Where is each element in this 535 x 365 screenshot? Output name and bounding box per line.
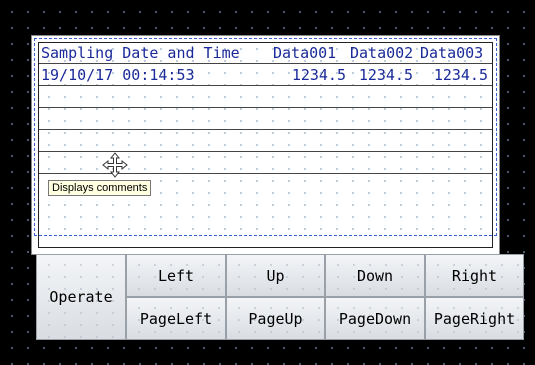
header-data002: Data002: [350, 44, 414, 62]
history-table-panel[interactable]: Sampling Date and Time Data001 Data002 D…: [31, 35, 500, 255]
header-data003: Data003: [420, 44, 484, 62]
cell-data001: 1234.5: [291, 66, 346, 84]
cell-sampling-date: 19/10/17 00:14:53: [41, 66, 195, 84]
row-separator: [39, 85, 492, 86]
table-row[interactable]: 19/10/17 00:14:53 1234.5 1234.5 1234.5: [39, 65, 492, 85]
header-sampling-date: Sampling Date and Time: [41, 44, 240, 62]
cell-data002: 1234.5: [358, 66, 413, 84]
page-down-button[interactable]: PageDown: [325, 297, 425, 340]
table-header-row: Sampling Date and Time Data001 Data002 D…: [39, 43, 492, 63]
row-separator: [39, 107, 492, 108]
left-button[interactable]: Left: [126, 254, 226, 297]
row-separator: [39, 129, 492, 130]
operation-button-bar: Operate Left Up Down Right PageLeft Page…: [36, 254, 524, 340]
comment-tooltip: Displays comments: [48, 180, 152, 196]
up-button[interactable]: Up: [226, 254, 325, 297]
header-data001: Data001: [273, 44, 337, 62]
cell-data003: 1234.5: [433, 66, 488, 84]
page-up-button[interactable]: PageUp: [226, 297, 325, 340]
page-right-button[interactable]: PageRight: [425, 297, 524, 340]
header-separator: [39, 63, 492, 64]
page-left-button[interactable]: PageLeft: [126, 297, 226, 340]
operate-button[interactable]: Operate: [36, 254, 126, 340]
move-icon[interactable]: [101, 151, 129, 179]
down-button[interactable]: Down: [325, 254, 425, 297]
right-button[interactable]: Right: [425, 254, 524, 297]
